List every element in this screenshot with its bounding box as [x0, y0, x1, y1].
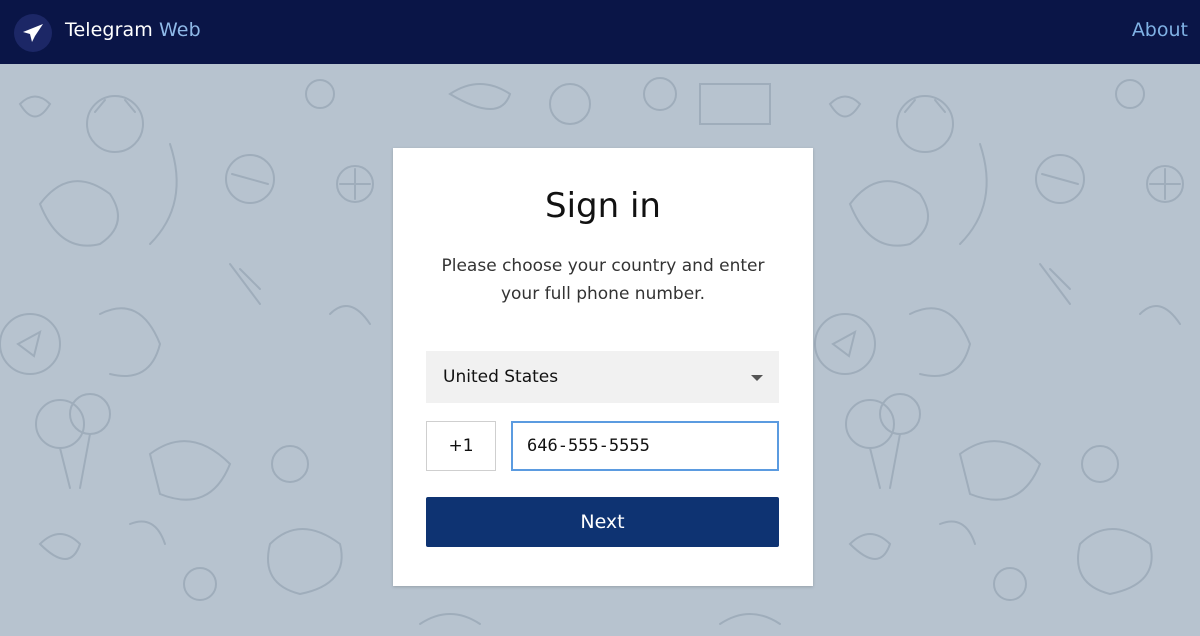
about-link[interactable]: About — [1132, 19, 1188, 41]
sign-in-card: Sign in Please choose your country and e… — [393, 148, 813, 586]
instructions-line-1: Please choose your country and enter — [441, 256, 765, 276]
app-title: Telegram Web — [65, 19, 201, 41]
phone-number-input[interactable] — [511, 421, 779, 471]
country-select[interactable]: United States — [426, 351, 779, 403]
brand-primary: Telegram — [65, 19, 153, 41]
brand-secondary: Web — [159, 19, 201, 41]
instructions-line-2: your full phone number. — [500, 284, 706, 304]
country-value: United States — [443, 367, 559, 387]
dropdown-caret-icon — [751, 375, 763, 381]
country-code-field[interactable]: +1 — [426, 421, 496, 471]
top-bar: Telegram Web About — [0, 0, 1200, 64]
telegram-logo — [14, 14, 52, 52]
page-title: Sign in — [545, 186, 661, 226]
instructions-text: Please choose your country and enter you… — [423, 252, 783, 308]
next-button[interactable]: Next — [426, 497, 779, 547]
paper-plane-icon — [23, 24, 43, 42]
